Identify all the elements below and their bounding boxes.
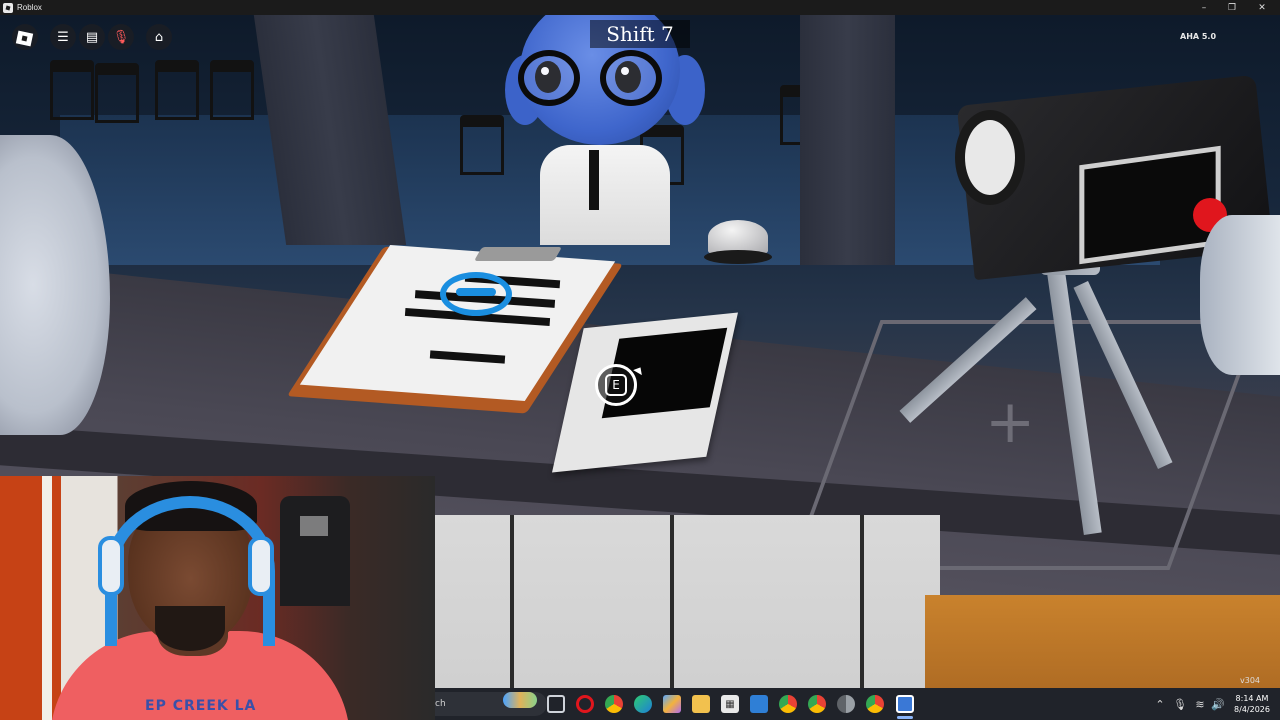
task-view-icon[interactable]	[547, 695, 565, 713]
webcam-overlay: EP CREEK LA	[0, 476, 435, 720]
backpack-icon: ⌂	[154, 29, 164, 45]
clock-date: 8/4/2026	[1234, 705, 1270, 714]
fps-label: AHA 5.0	[1180, 32, 1217, 41]
chrome-icon[interactable]	[779, 695, 797, 713]
camera-lens	[955, 110, 1025, 205]
chrome-icon[interactable]	[866, 695, 884, 713]
glasses-lens	[600, 50, 662, 106]
backpack-button[interactable]: ⌂	[146, 24, 172, 50]
foreground-wall-right	[1200, 215, 1280, 375]
bell-base	[704, 250, 772, 264]
roblox-icon[interactable]	[896, 695, 914, 713]
tray-overflow-icon[interactable]: ⌃	[1153, 688, 1167, 720]
placement-plus-icon: +	[985, 387, 1036, 457]
interact-prompt[interactable]: E	[595, 364, 637, 406]
chrome-icon[interactable]	[808, 695, 826, 713]
shift-label: Shift 7	[590, 20, 690, 48]
close-button[interactable]: ✕	[1248, 0, 1276, 15]
approval-stamp-icon	[440, 272, 512, 316]
maximize-button[interactable]: ❐	[1218, 0, 1246, 15]
chrome-icon[interactable]	[605, 695, 623, 713]
active-app-indicator	[897, 716, 913, 719]
window-titlebar: Roblox – ❐ ✕	[0, 0, 1280, 15]
folding-chair	[50, 60, 94, 120]
chat-button[interactable]: ▤	[79, 24, 105, 50]
minimize-button[interactable]: –	[1190, 0, 1218, 15]
clipboard-clip	[473, 247, 563, 261]
webcam-shirt-graphic	[300, 516, 328, 536]
right-pillar	[800, 15, 895, 265]
search-text: ch	[435, 699, 446, 709]
folding-chair	[95, 63, 139, 123]
file-explorer-icon[interactable]	[692, 695, 710, 713]
character-coat	[540, 145, 670, 245]
webcam-shirt-text: EP CREEK LA	[145, 698, 257, 714]
counter-front-panel	[420, 515, 940, 688]
chat-icon: ▤	[85, 29, 99, 45]
copilot-icon[interactable]	[663, 695, 681, 713]
folding-chair	[155, 60, 199, 120]
version-label: v304	[1240, 676, 1261, 685]
windows-taskbar: ch ▦ ⌃ 🎙 ≋ 🔊 8:14 AM 8/4/2026	[435, 688, 1280, 720]
menu-icon: ☰	[57, 29, 69, 45]
chrome-icon[interactable]	[837, 695, 855, 713]
microphone-tray-icon[interactable]: 🎙	[1173, 688, 1187, 720]
window-title: Roblox	[17, 3, 42, 12]
microphone-button[interactable]: 🎙	[108, 24, 134, 50]
hamburger-menu-button[interactable]: ☰	[50, 24, 76, 50]
cardboard-box	[925, 595, 1280, 688]
glasses-lens	[518, 50, 580, 106]
folding-chair	[210, 60, 254, 120]
webcam-door-frame	[42, 476, 52, 720]
counter-panel-divider	[670, 515, 820, 688]
webcam-hanging-shirt	[280, 496, 350, 606]
wifi-icon[interactable]: ≋	[1193, 688, 1207, 720]
character-tie	[589, 150, 599, 210]
roblox-logo-icon	[15, 30, 34, 47]
taskbar-clock[interactable]: 8:14 AM 8/4/2026	[1228, 693, 1276, 715]
store-icon[interactable]: ▦	[721, 695, 739, 713]
folding-chair	[460, 115, 504, 175]
opera-icon[interactable]	[576, 695, 594, 713]
volume-icon[interactable]: 🔊	[1211, 688, 1225, 720]
mic-muted-icon: 🎙	[112, 29, 130, 45]
photos-icon[interactable]	[750, 695, 768, 713]
roblox-app-icon	[3, 2, 13, 13]
counter-panel-divider	[510, 515, 660, 688]
clock-time: 8:14 AM	[1235, 694, 1269, 703]
service-bell[interactable]	[704, 220, 772, 265]
interact-key: E	[605, 374, 627, 396]
edge-icon[interactable]	[634, 695, 652, 713]
bell-dome	[708, 220, 768, 254]
headphone-earcup	[248, 536, 274, 596]
headphone-earcup	[98, 536, 124, 596]
search-highlight-icon	[503, 692, 537, 708]
